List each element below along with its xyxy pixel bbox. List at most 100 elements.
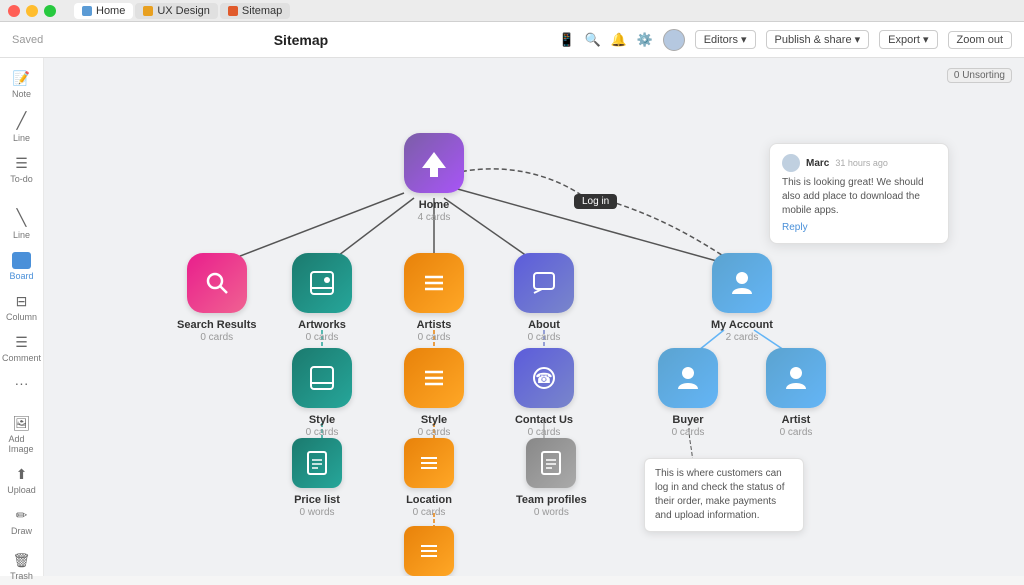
node-artists[interactable]: Artists 0 cards bbox=[404, 253, 464, 343]
sidebar-label-board: Board bbox=[9, 271, 33, 281]
search-node-icon bbox=[187, 253, 247, 313]
sidebar-item-upload[interactable]: ⬆ Upload bbox=[3, 462, 41, 499]
sidebar-item-column[interactable]: ⊟ Column bbox=[3, 289, 41, 326]
unsorting-badge: 0 Unsorting bbox=[947, 68, 1012, 83]
publish-button[interactable]: Publish & share ▾ bbox=[766, 30, 870, 49]
top-icons: 📱 🔍 🔔 ⚙️ bbox=[559, 32, 653, 48]
comment-reply-button[interactable]: Reply bbox=[782, 222, 936, 233]
tab-home[interactable]: Home bbox=[74, 3, 133, 19]
pricelist-node-title: Price list bbox=[294, 494, 340, 506]
upload-icon: ⬆ bbox=[16, 466, 28, 483]
buyer-node-icon bbox=[658, 348, 718, 408]
node-artworks[interactable]: Artworks 0 cards bbox=[292, 253, 352, 343]
search-icon[interactable]: 🔍 bbox=[585, 32, 601, 48]
editors-button[interactable]: Editors ▾ bbox=[695, 30, 756, 49]
artworks-node-sub: 0 cards bbox=[306, 332, 339, 343]
sidebar-item-note[interactable]: 📝 Note bbox=[3, 66, 41, 103]
sidebar-item-addimage[interactable]: 🖼 Add Image bbox=[3, 411, 41, 458]
node-contact[interactable]: ☎ Contact Us 0 cards bbox=[514, 348, 574, 438]
about-node-title: About bbox=[528, 319, 560, 331]
avatar[interactable] bbox=[663, 29, 685, 51]
comment-time: 31 hours ago bbox=[835, 158, 888, 168]
artists-node-icon bbox=[404, 253, 464, 313]
main-layout: 📝 Note ╱ Line ☰ To-do ╲ Line ▦ Board ⊟ C… bbox=[0, 58, 1024, 576]
sitemap-tab-icon bbox=[228, 6, 238, 16]
zoom-out-button[interactable]: Zoom out bbox=[948, 31, 1012, 49]
location-node-title: Location bbox=[406, 494, 452, 506]
pricelist-node-sub: 0 words bbox=[299, 507, 334, 518]
teamprofiles-node-title: Team profiles bbox=[516, 494, 587, 506]
node-style-orange[interactable]: Style 0 cards bbox=[404, 348, 464, 438]
search-node-sub: 0 cards bbox=[200, 332, 233, 343]
search-node-title: Search Results bbox=[177, 319, 256, 331]
left-sidebar: 📝 Note ╱ Line ☰ To-do ╲ Line ▦ Board ⊟ C… bbox=[0, 58, 44, 576]
sidebar-item-more[interactable]: ··· bbox=[3, 371, 41, 395]
sidebar-label-addimage: Add Image bbox=[9, 434, 35, 454]
uxd-tab-icon bbox=[143, 6, 153, 16]
sidebar-item-line[interactable]: ╱ Line bbox=[3, 107, 41, 147]
device-icon: 📱 bbox=[559, 32, 575, 48]
sidebar-item-trash[interactable]: 🗑 Trash bbox=[3, 548, 41, 585]
account-node-sub: 2 cards bbox=[726, 332, 759, 343]
column-icon: ⊟ bbox=[16, 293, 28, 310]
sidebar-item-todo[interactable]: ☰ To-do bbox=[3, 151, 41, 188]
canvas-area[interactable]: 0 Unsorting bbox=[44, 58, 1024, 576]
addimage-icon: 🖼 bbox=[13, 415, 31, 432]
sidebar-label-comment: Comment bbox=[2, 353, 41, 363]
tab-uxdesign[interactable]: UX Design bbox=[135, 3, 218, 19]
save-status: Saved bbox=[12, 34, 43, 46]
comment-icon: ☰ bbox=[15, 334, 28, 351]
artist-node-icon bbox=[766, 348, 826, 408]
board-icon: ▦ bbox=[12, 252, 30, 269]
location-node-sub: 0 cards bbox=[413, 507, 446, 518]
node-home[interactable]: Home 4 cards bbox=[404, 133, 464, 223]
style-orange-node-sub: 0 cards bbox=[418, 427, 451, 438]
artists-node-sub: 0 cards bbox=[418, 332, 451, 343]
sidebar-label-note: Note bbox=[12, 89, 31, 99]
sidebar-item-board[interactable]: ▦ Board bbox=[3, 248, 41, 285]
node-location[interactable]: Location 0 cards bbox=[404, 438, 454, 518]
sidebar-label-trash: Trash bbox=[10, 571, 33, 581]
export-button[interactable]: Export ▾ bbox=[879, 30, 937, 49]
sidebar-label-todo: To-do bbox=[10, 174, 33, 184]
home-node-sub: 4 cards bbox=[418, 212, 451, 223]
node-buyer[interactable]: Buyer 0 cards bbox=[658, 348, 718, 438]
tab-bar: Home UX Design Sitemap bbox=[74, 3, 290, 19]
settings-icon[interactable]: ⚙️ bbox=[637, 32, 653, 48]
artists-node-title: Artists bbox=[417, 319, 452, 331]
close-button[interactable] bbox=[8, 5, 20, 17]
comment-text: This is looking great! We should also ad… bbox=[782, 176, 936, 218]
node-artist[interactable]: Artist 0 cards bbox=[766, 348, 826, 438]
node-about[interactable]: About 0 cards bbox=[514, 253, 574, 343]
maximize-button[interactable] bbox=[44, 5, 56, 17]
node-style-teal[interactable]: Style 0 cards bbox=[292, 348, 352, 438]
sidebar-label-draw: Draw bbox=[11, 526, 32, 536]
node-search[interactable]: Search Results 0 cards bbox=[177, 253, 256, 343]
node-teamprofiles[interactable]: Team profiles 0 words bbox=[516, 438, 587, 518]
app-bar: Saved Sitemap 📱 🔍 🔔 ⚙️ Editors ▾ Publish… bbox=[0, 22, 1024, 58]
tab-sitemap[interactable]: Sitemap bbox=[220, 3, 290, 19]
sidebar-label-upload: Upload bbox=[7, 485, 36, 495]
home-node-title: Home bbox=[419, 199, 450, 211]
artist-node-sub: 0 cards bbox=[780, 427, 813, 438]
contact-node-icon: ☎ bbox=[514, 348, 574, 408]
contact-node-title: Contact Us bbox=[515, 414, 573, 426]
home-node-icon bbox=[404, 133, 464, 193]
sidebar-item-line2[interactable]: ╲ Line bbox=[3, 204, 41, 244]
node-pricelist[interactable]: Price list 0 words bbox=[292, 438, 342, 518]
sidebar-item-comment[interactable]: ☰ Comment bbox=[3, 330, 41, 367]
featured-node-icon bbox=[404, 526, 454, 576]
bell-icon[interactable]: 🔔 bbox=[611, 32, 627, 48]
node-myaccount[interactable]: My Account 2 cards bbox=[711, 253, 773, 343]
sidebar-label-line2: Line bbox=[13, 230, 30, 240]
info-bubble-buyer: This is where customers can log in and c… bbox=[644, 458, 804, 532]
buyer-node-sub: 0 cards bbox=[672, 427, 705, 438]
style-orange-node-title: Style bbox=[421, 414, 447, 426]
style-orange-node-icon bbox=[404, 348, 464, 408]
sidebar-item-draw[interactable]: ✏ Draw bbox=[3, 503, 41, 540]
style-teal-node-sub: 0 cards bbox=[306, 427, 339, 438]
about-node-icon bbox=[514, 253, 574, 313]
minimize-button[interactable] bbox=[26, 5, 38, 17]
node-featured[interactable]: Featured 0 cards bbox=[404, 526, 454, 576]
app-bar-right: 📱 🔍 🔔 ⚙️ Editors ▾ Publish & share ▾ Exp… bbox=[559, 29, 1012, 51]
